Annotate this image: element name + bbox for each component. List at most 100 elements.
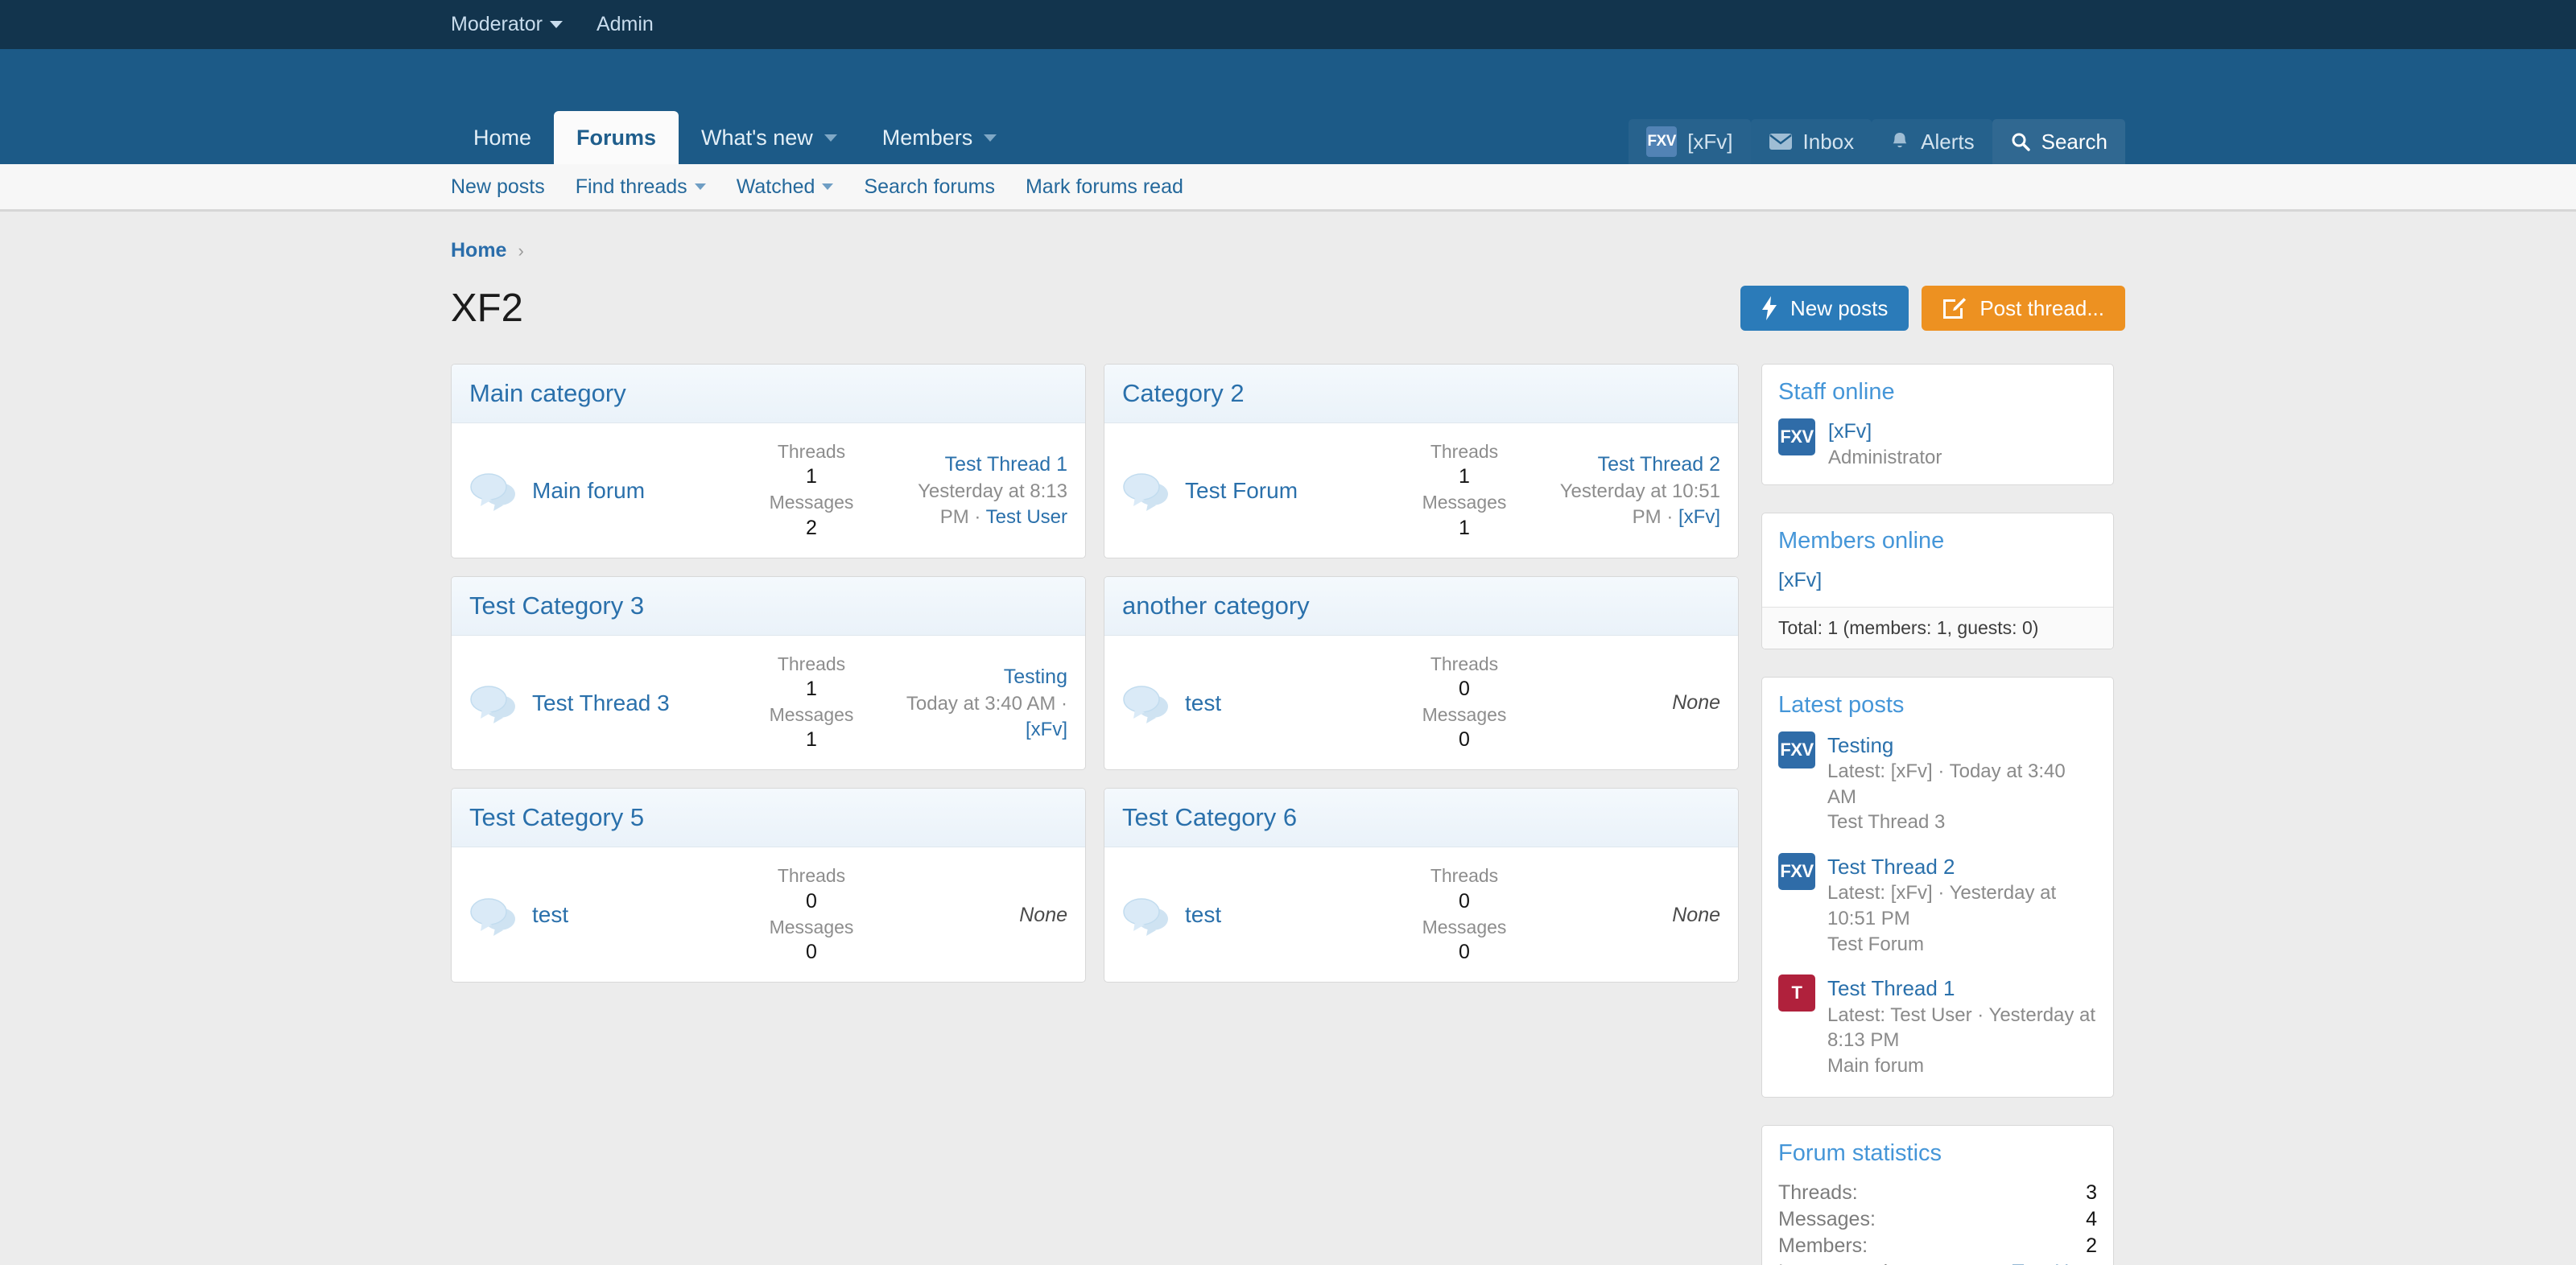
post-latest: Latest: Test User · Yesterday at 8:13 PM [1827, 1003, 2096, 1052]
subnav-item-new-posts[interactable]: New posts [451, 175, 545, 199]
last-post-separator: · [1055, 692, 1067, 715]
last-post-user[interactable]: [xFv] [1678, 506, 1720, 528]
post-title[interactable]: Testing [1827, 731, 2097, 759]
messages-label: Messages [1422, 704, 1507, 726]
post-title[interactable]: Test Thread 2 [1827, 853, 2097, 880]
list-item[interactable]: FXV Testing Latest: [xFv] · Today at 3:4… [1778, 731, 2097, 835]
forum-statistics-body: Threads: 3 Messages: 4 Members: 2 Latest… [1762, 1173, 2113, 1265]
stat-row-latest-member: Latest member: Test User [1778, 1259, 2097, 1265]
inbox-button[interactable]: Inbox [1750, 119, 1872, 164]
last-post-user[interactable]: [xFv] [1026, 719, 1067, 740]
subnav-item-search-forums[interactable]: Search forums [864, 175, 995, 199]
messages-label: Messages [769, 916, 854, 937]
category-header[interactable]: Category 2 [1104, 365, 1738, 423]
last-post-user[interactable]: Test User [986, 506, 1067, 528]
forum-link[interactable]: test [1185, 689, 1221, 717]
forum-icon-cell [469, 894, 532, 936]
category-header[interactable]: Main category [452, 365, 1085, 423]
category-block: Test Category 6 test Threads 0 Messages … [1104, 788, 1739, 983]
nav-tab-label: Forums [576, 125, 657, 150]
topbar-item-admin[interactable]: Admin [597, 13, 654, 36]
messages-value: 0 [806, 941, 817, 964]
stat-label: Threads: [1778, 1181, 1858, 1204]
last-post-cell: Test Thread 1 Yesterday at 8:13 PM · Tes… [904, 450, 1067, 530]
post-latest: Latest: [xFv] · Yesterday at 10:51 PM [1827, 882, 2057, 929]
speech-bubbles-icon [470, 473, 515, 512]
category-block: another category test Threads 0 Messages… [1104, 575, 1739, 771]
last-post-title[interactable]: Test Thread 1 [945, 453, 1067, 476]
category-header[interactable]: another category [1104, 576, 1738, 636]
subnav-item-watched[interactable]: Watched [737, 175, 834, 199]
forum-title-cell: test [532, 900, 719, 929]
forum-icon-cell [469, 469, 532, 512]
list-item[interactable]: FXV [xFv] Administrator [1778, 418, 2097, 470]
subnav-item-find-threads[interactable]: Find threads [576, 175, 706, 199]
chevron-down-icon [824, 134, 837, 142]
category-header[interactable]: Test Category 5 [452, 789, 1085, 848]
category-header[interactable]: Test Category 6 [1104, 789, 1738, 848]
forum-link[interactable]: Test Thread 3 [532, 689, 670, 717]
staff-name[interactable]: [xFv] [1828, 418, 1942, 445]
alerts-button[interactable]: Alerts [1872, 119, 1992, 164]
last-post-title[interactable]: Testing [1004, 665, 1067, 688]
stat-value: 4 [2086, 1207, 2097, 1230]
list-item[interactable]: FXV Test Thread 2 Latest: [xFv] · Yester… [1778, 853, 2097, 957]
forum-link[interactable]: Main forum [532, 476, 645, 505]
nav-tab-whats-new[interactable]: What's new [679, 111, 860, 164]
forum-link[interactable]: Test Forum [1185, 476, 1298, 505]
forum-stats-cell: Threads 0 Messages 0 [719, 863, 904, 966]
forum-stats-cell: Threads 0 Messages 0 [1372, 863, 1557, 966]
site-header: xenForo™ [0, 49, 2576, 150]
nav-tab-members[interactable]: Members [860, 111, 1020, 164]
last-post-title[interactable]: Test Thread 2 [1598, 453, 1720, 476]
forum-row: Test Forum Threads 1 Messages 1 Test Thr… [1104, 423, 1738, 558]
page-actions: New posts Post thread... [1740, 286, 2125, 331]
chevron-down-icon [984, 134, 997, 142]
post-title[interactable]: Test Thread 1 [1827, 975, 2097, 1002]
topbar-item-label: Moderator [451, 13, 543, 35]
post-forum: Test Forum [1827, 933, 1925, 955]
latest-member-link[interactable]: Test User [2012, 1261, 2097, 1265]
nav-tab-forums[interactable]: Forums [554, 111, 679, 164]
threads-value: 0 [1459, 678, 1470, 701]
content-wrapper: Main category Main forum Threads 1 Messa… [451, 364, 2125, 1265]
search-button[interactable]: Search [1992, 119, 2125, 164]
list-item[interactable]: T Test Thread 1 Latest: Test User · Yest… [1778, 975, 2097, 1078]
compose-icon [1943, 298, 1967, 319]
category-header[interactable]: Test Category 3 [452, 576, 1085, 636]
main-navigation: Home Forums What's new Members FXV [xFv]… [0, 111, 2576, 164]
subnav-item-mark-forums-read[interactable]: Mark forums read [1026, 175, 1183, 199]
stat-row-messages: Messages: 4 [1778, 1206, 2097, 1233]
visitor-menu-button[interactable]: FXV [xFv] [1629, 119, 1751, 164]
post-forum: Test Thread 3 [1827, 811, 1946, 834]
threads-label: Threads [1430, 865, 1499, 887]
breadcrumb-home[interactable]: Home [451, 239, 506, 262]
threads-value: 1 [1459, 465, 1470, 488]
forum-link[interactable]: test [1185, 900, 1221, 929]
sub-navigation: New posts Find threads Watched Search fo… [0, 164, 2576, 212]
subnav-item-label: Search forums [864, 175, 995, 198]
category-title: Category 2 [1122, 379, 1245, 407]
threads-label: Threads [1430, 653, 1499, 674]
forum-link[interactable]: test [532, 900, 568, 929]
speech-bubbles-icon [1123, 473, 1168, 512]
forum-icon-cell [1122, 894, 1185, 936]
nav-tab-label: Members [881, 125, 973, 150]
post-thread-button[interactable]: Post thread... [1922, 286, 2125, 331]
avatar: T [1778, 975, 1815, 1012]
topbar-item-moderator[interactable]: Moderator [451, 13, 563, 36]
new-posts-button[interactable]: New posts [1740, 286, 1909, 331]
alerts-label: Alerts [1921, 129, 1975, 154]
messages-label: Messages [769, 704, 854, 726]
stat-label: Latest member: [1778, 1261, 1918, 1265]
member-link[interactable]: [xFv] [1778, 569, 1822, 591]
breadcrumb: Home › [451, 212, 2125, 262]
nav-tab-home[interactable]: Home [451, 111, 554, 164]
topbar-item-label: Admin [596, 13, 654, 35]
post-latest: Latest: [xFv] · Today at 3:40 AM [1827, 760, 2066, 808]
threads-value: 1 [806, 678, 817, 701]
forum-icon-cell [1122, 682, 1185, 724]
last-post-cell: None [1557, 900, 1720, 929]
envelope-icon [1769, 134, 1792, 150]
forum-row: test Threads 0 Messages 0 None [1104, 847, 1738, 982]
